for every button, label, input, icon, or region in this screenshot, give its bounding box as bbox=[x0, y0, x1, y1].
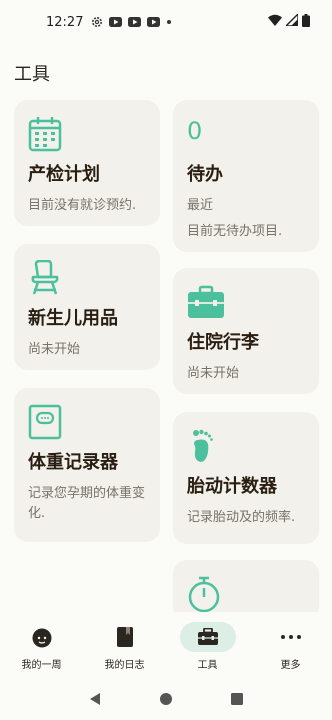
settings-icon bbox=[91, 16, 103, 28]
calendar-icon bbox=[28, 116, 146, 152]
card-title: 产检计划 bbox=[28, 164, 100, 185]
signal-icon bbox=[284, 12, 299, 30]
card-subtitle: 目前没有就诊预约. bbox=[28, 198, 137, 213]
newborn-supplies-card[interactable]: 新生儿用品 尚未开始 bbox=[14, 244, 160, 370]
prenatal-plan-card[interactable]: 产检计划 目前没有就诊预约. bbox=[14, 100, 160, 226]
journal-icon bbox=[97, 622, 153, 652]
youtube-icon bbox=[128, 17, 142, 27]
contraction-timer-card[interactable] bbox=[173, 560, 319, 620]
bottom-navigation: 我的一周 我的日志 工具 更多 bbox=[0, 612, 332, 672]
more-dots-icon bbox=[263, 622, 319, 652]
todo-card[interactable]: 0 待办 最近 目前无待办项目. bbox=[173, 100, 319, 252]
card-title: 住院行李 bbox=[187, 332, 259, 353]
card-title: 待办 bbox=[187, 164, 223, 185]
nav-item-tools[interactable]: 工具 bbox=[166, 612, 249, 672]
card-title: 体重记录器 bbox=[28, 452, 118, 473]
battery-icon bbox=[302, 13, 310, 31]
card-subtitle: 最近 bbox=[187, 198, 214, 213]
nav-item-more[interactable]: 更多 bbox=[249, 612, 332, 672]
card-subtitle: 尚未开始 bbox=[187, 366, 240, 381]
system-navigation bbox=[0, 680, 332, 720]
card-title: 新生儿用品 bbox=[28, 308, 118, 329]
nav-label: 工具 bbox=[197, 660, 218, 671]
recents-icon[interactable] bbox=[230, 691, 244, 710]
baby-chair-icon bbox=[28, 259, 146, 296]
youtube-icon bbox=[147, 17, 161, 27]
card-subtitle: 尚未开始 bbox=[28, 342, 81, 357]
nav-item-my-journal[interactable]: 我的日志 bbox=[83, 612, 166, 672]
scale-icon bbox=[28, 404, 146, 440]
nav-label: 更多 bbox=[280, 660, 301, 671]
youtube-icon bbox=[109, 17, 123, 27]
status-bar: 12:27 bbox=[0, 0, 332, 44]
card-title: 胎动计数器 bbox=[187, 476, 277, 497]
status-time: 12:27 bbox=[46, 14, 84, 30]
kick-counter-card[interactable]: 胎动计数器 记录胎动及的频率. bbox=[173, 412, 319, 544]
page-title: 工具 bbox=[14, 64, 50, 85]
back-icon[interactable] bbox=[88, 691, 102, 710]
dot-icon bbox=[166, 19, 172, 25]
weight-tracker-card[interactable]: 体重记录器 记录您孕期的体重变化. bbox=[14, 388, 160, 542]
hospital-bag-card[interactable]: 住院行李 尚未开始 bbox=[173, 268, 319, 394]
nav-label: 我的一周 bbox=[21, 660, 62, 671]
wifi-icon bbox=[268, 14, 282, 30]
card-subtitle: 记录胎动及的频率. bbox=[187, 510, 296, 525]
card-subtitle: 目前无待办项目. bbox=[187, 224, 283, 239]
suitcase-icon bbox=[187, 284, 305, 320]
toolbox-icon bbox=[179, 622, 236, 652]
todo-count: 0 bbox=[187, 117, 203, 145]
stopwatch-icon bbox=[187, 576, 305, 613]
nav-label: 我的日志 bbox=[104, 660, 145, 671]
home-icon[interactable] bbox=[159, 691, 173, 710]
nav-item-my-week[interactable]: 我的一周 bbox=[0, 612, 83, 672]
baby-face-icon bbox=[14, 622, 70, 652]
card-subtitle: 记录您孕期的体重变化. bbox=[28, 486, 146, 521]
footprint-icon bbox=[187, 428, 305, 464]
